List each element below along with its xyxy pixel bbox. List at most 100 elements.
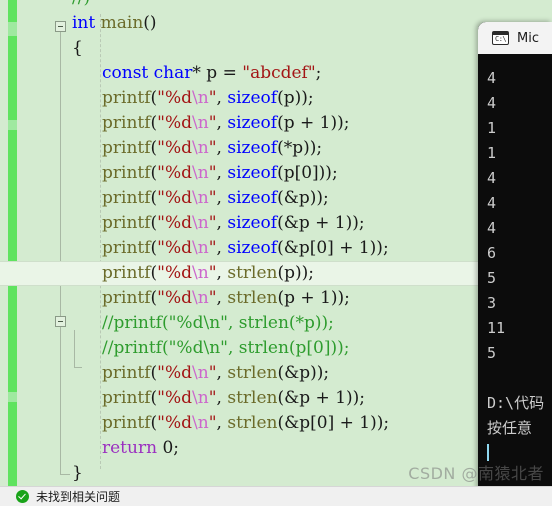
code-token: return: [102, 438, 158, 458]
code-token: //): [72, 0, 90, 8]
code-token: "%d: [157, 388, 193, 408]
debug-console-window[interactable]: C:\ Mic 4 4 1 1 4 4 4 6 5 3 11 5 D:\代码 按任意: [478, 22, 552, 506]
code-token: sizeof: [227, 163, 278, 183]
code-token: //printf("%d\n", strlen(*p));: [102, 313, 334, 333]
code-token: ": [208, 263, 217, 283]
code-token: \n: [192, 363, 209, 383]
code-token: "%d: [157, 238, 193, 258]
code-line-text: //printf("%d\n", strlen(p[0]));: [0, 338, 349, 358]
code-line[interactable]: {: [0, 36, 552, 61]
code-token: ": [208, 413, 217, 433]
code-line-text: return 0;: [0, 438, 179, 458]
code-token: printf: [102, 363, 151, 383]
code-token: const char: [102, 63, 193, 83]
code-line[interactable]: //): [0, 0, 552, 11]
code-line-text: printf("%d\n", sizeof(&p[0] + 1));: [0, 238, 389, 258]
console-window-title: Mic: [517, 30, 539, 46]
code-line[interactable]: return 0;: [0, 436, 552, 461]
code-token: (): [143, 13, 157, 33]
console-output-line: 6: [487, 244, 497, 262]
code-line[interactable]: printf("%d\n", strlen(&p + 1));: [0, 386, 552, 411]
code-line[interactable]: //printf("%d\n", strlen(*p));: [0, 311, 552, 336]
code-line[interactable]: printf("%d\n", strlen(&p));: [0, 361, 552, 386]
code-token: "%d: [157, 88, 193, 108]
code-line[interactable]: }: [0, 461, 552, 486]
code-token: "%d: [157, 213, 193, 233]
code-line-text: //printf("%d\n", strlen(*p));: [0, 313, 334, 333]
code-token: sizeof: [227, 113, 278, 133]
code-line[interactable]: printf("%d\n", sizeof(*p));: [0, 136, 552, 161]
code-token: (p));: [277, 263, 315, 283]
code-line[interactable]: printf("%d\n", sizeof(p + 1));: [0, 111, 552, 136]
code-token: ,: [216, 88, 228, 108]
code-line-text: printf("%d\n", strlen(&p + 1));: [0, 388, 365, 408]
code-line[interactable]: printf("%d\n", strlen(p));: [0, 261, 552, 286]
code-token: \n: [192, 413, 209, 433]
code-line-text: }: [0, 463, 83, 483]
code-line-text: printf("%d\n", sizeof(*p));: [0, 138, 322, 158]
code-token: printf: [102, 88, 151, 108]
command-prompt-glyph: C:\: [495, 35, 507, 43]
code-token: \n: [192, 238, 209, 258]
code-token: sizeof: [227, 88, 278, 108]
text-cursor: [487, 444, 489, 461]
code-token: "%d: [157, 263, 193, 283]
code-line[interactable]: //printf("%d\n", strlen(p[0]));: [0, 336, 552, 361]
code-token: "%d: [157, 138, 193, 158]
code-line[interactable]: printf("%d\n", sizeof(p[0]));: [0, 161, 552, 186]
code-token: \n: [192, 288, 209, 308]
code-line[interactable]: printf("%d\n", sizeof(p));: [0, 86, 552, 111]
code-token: "%d: [157, 163, 193, 183]
code-line[interactable]: printf("%d\n", strlen(p + 1));: [0, 286, 552, 311]
code-token: ,: [216, 263, 228, 283]
code-line-text: printf("%d\n", strlen(&p[0] + 1));: [0, 413, 389, 433]
code-token: ": [208, 213, 217, 233]
code-token: sizeof: [227, 138, 278, 158]
code-line[interactable]: printf("%d\n", sizeof(&p[0] + 1));: [0, 236, 552, 261]
code-token: ,: [216, 163, 228, 183]
code-token: "%d: [157, 188, 193, 208]
code-token: (&p + 1));: [277, 388, 366, 408]
code-token: (*p));: [277, 138, 323, 158]
code-token: printf: [102, 113, 151, 133]
code-token: printf: [102, 388, 151, 408]
code-token: ,: [216, 113, 228, 133]
code-token: strlen: [227, 263, 278, 283]
code-token: {: [72, 38, 83, 58]
console-output-line: 4: [487, 169, 497, 187]
code-token: * p =: [192, 63, 243, 83]
code-token: ,: [216, 388, 228, 408]
code-token: ,: [216, 188, 228, 208]
console-prompt-line: 按任意: [487, 419, 533, 437]
console-output-line: 1: [487, 119, 497, 137]
code-token: \n: [192, 88, 209, 108]
code-token: ,: [216, 413, 228, 433]
code-token: strlen: [227, 363, 278, 383]
code-token: ,: [216, 288, 228, 308]
ide-screenshot: //)int main(){const char* p = "abcdef";p…: [0, 0, 552, 506]
code-token: (&p[0] + 1));: [277, 238, 389, 258]
code-editor[interactable]: //)int main(){const char* p = "abcdef";p…: [0, 0, 552, 486]
code-line[interactable]: printf("%d\n", strlen(&p[0] + 1));: [0, 411, 552, 436]
code-token: printf: [102, 138, 151, 158]
code-line[interactable]: printf("%d\n", sizeof(&p + 1));: [0, 211, 552, 236]
console-output-line: 1: [487, 144, 497, 162]
console-caret-line: [487, 441, 552, 466]
code-token: ": [208, 88, 217, 108]
code-line[interactable]: int main(): [0, 11, 552, 36]
console-output-line: 3: [487, 294, 497, 312]
code-line-text: printf("%d\n", sizeof(p));: [0, 88, 314, 108]
code-line-text: printf("%d\n", sizeof(&p + 1));: [0, 213, 365, 233]
console-output-line: 4: [487, 94, 497, 112]
code-token: (&p));: [277, 363, 330, 383]
code-token: "%d: [157, 113, 193, 133]
code-line[interactable]: const char* p = "abcdef";: [0, 61, 552, 86]
console-titlebar[interactable]: C:\ Mic: [478, 22, 552, 54]
code-token: ,: [216, 213, 228, 233]
code-lines-container[interactable]: //)int main(){const char* p = "abcdef";p…: [0, 0, 552, 486]
console-output-line: 5: [487, 344, 497, 362]
code-line-text: printf("%d\n", strlen(p + 1));: [0, 288, 350, 308]
code-line[interactable]: printf("%d\n", sizeof(&p));: [0, 186, 552, 211]
code-token: printf: [102, 263, 151, 283]
